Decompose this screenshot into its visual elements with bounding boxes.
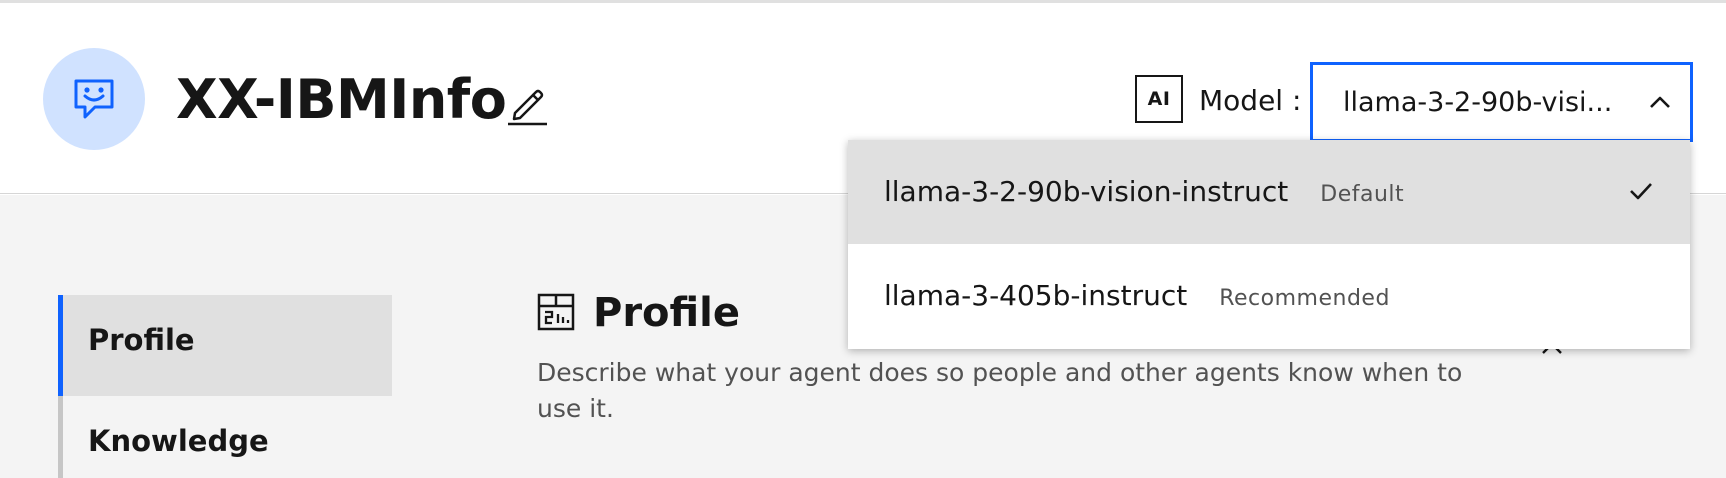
checkmark-icon xyxy=(1623,173,1659,209)
side-nav: Profile Knowledge xyxy=(58,295,392,478)
sidebar-item-label: Knowledge xyxy=(88,424,269,458)
chat-bot-icon xyxy=(74,79,114,119)
model-dropdown-menu: llama-3-2-90b-vision-instruct Default lla… xyxy=(848,140,1690,349)
profile-card-icon xyxy=(537,293,575,331)
pencil-icon xyxy=(508,89,547,126)
model-label: Model : xyxy=(1199,84,1302,117)
model-select-value: llama-3-2-90b-visi... xyxy=(1343,87,1613,118)
ai-icon: AI xyxy=(1135,75,1183,123)
edit-name-button[interactable] xyxy=(503,80,551,128)
option-tag-default: Default xyxy=(1320,182,1405,207)
agent-name: XX-IBMInfo xyxy=(176,68,507,131)
option-label: llama-3-405b-instruct xyxy=(884,279,1188,312)
agent-avatar xyxy=(43,48,145,150)
chevron-up-icon xyxy=(1643,86,1677,120)
section-title: Profile xyxy=(593,290,741,336)
sidebar-item-label: Profile xyxy=(88,323,195,357)
model-option-llama-3-405b-instruct[interactable]: llama-3-405b-instruct Recommended xyxy=(848,244,1690,348)
model-option-llama-3-2-90b-vision-instruct[interactable]: llama-3-2-90b-vision-instruct Default xyxy=(848,140,1690,244)
sidebar-item-knowledge[interactable]: Knowledge xyxy=(58,396,392,478)
model-select[interactable]: llama-3-2-90b-visi... xyxy=(1310,62,1693,142)
option-label: llama-3-2-90b-vision-instruct xyxy=(884,175,1289,208)
sidebar-item-profile[interactable]: Profile xyxy=(58,295,392,396)
section-description: Describe what your agent does so people … xyxy=(537,358,1463,423)
option-tag-recommended: Recommended xyxy=(1219,286,1390,311)
